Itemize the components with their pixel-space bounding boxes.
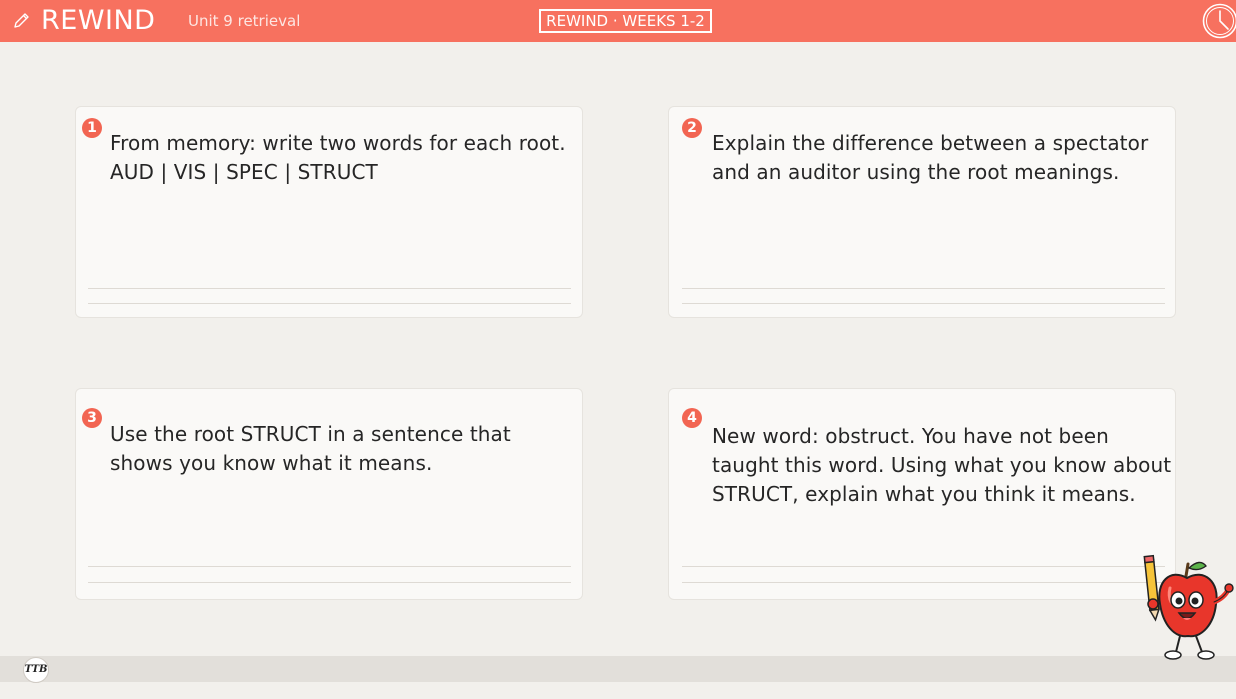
answer-line[interactable] [88, 566, 571, 567]
answer-line[interactable] [682, 303, 1165, 304]
weeks-badge: REWIND · WEEKS 1-2 [539, 9, 712, 33]
answer-line[interactable] [88, 582, 571, 583]
question-number-badge: 4 [682, 408, 702, 428]
footer-bar [0, 656, 1236, 682]
question-card-1: 1 From memory: write two words for each … [75, 106, 583, 318]
unit-subtitle: Unit 9 retrieval [188, 12, 301, 30]
question-number-badge: 3 [82, 408, 102, 428]
question-text: Use the root STRUCT in a sentence that s… [110, 422, 511, 475]
pencil-icon [14, 13, 29, 28]
question-card-2: 2 Explain the difference between a spect… [668, 106, 1176, 318]
answer-line[interactable] [88, 288, 571, 289]
question-card-4: 4 New word: obstruct. You have not been … [668, 388, 1176, 600]
answer-line[interactable] [682, 582, 1165, 583]
top-bar: REWIND Unit 9 retrieval REWIND · WEEKS 1… [0, 0, 1236, 42]
question-text: From memory: write two words for each ro… [110, 131, 566, 184]
question-text: New word: obstruct. You have not been ta… [712, 424, 1172, 506]
ttb-logo: TTB [23, 657, 49, 683]
answer-line[interactable] [682, 566, 1165, 567]
question-number-badge: 1 [82, 118, 102, 138]
question-card-3: 3 Use the root STRUCT in a sentence that… [75, 388, 583, 600]
answer-line[interactable] [682, 288, 1165, 289]
answer-line[interactable] [88, 303, 571, 304]
apple-mascot-icon [1143, 554, 1234, 660]
clock-icon[interactable] [1201, 2, 1236, 40]
brand-title: REWIND [41, 5, 156, 36]
question-text: Explain the difference between a spectat… [712, 131, 1149, 184]
question-number-badge: 2 [682, 118, 702, 138]
